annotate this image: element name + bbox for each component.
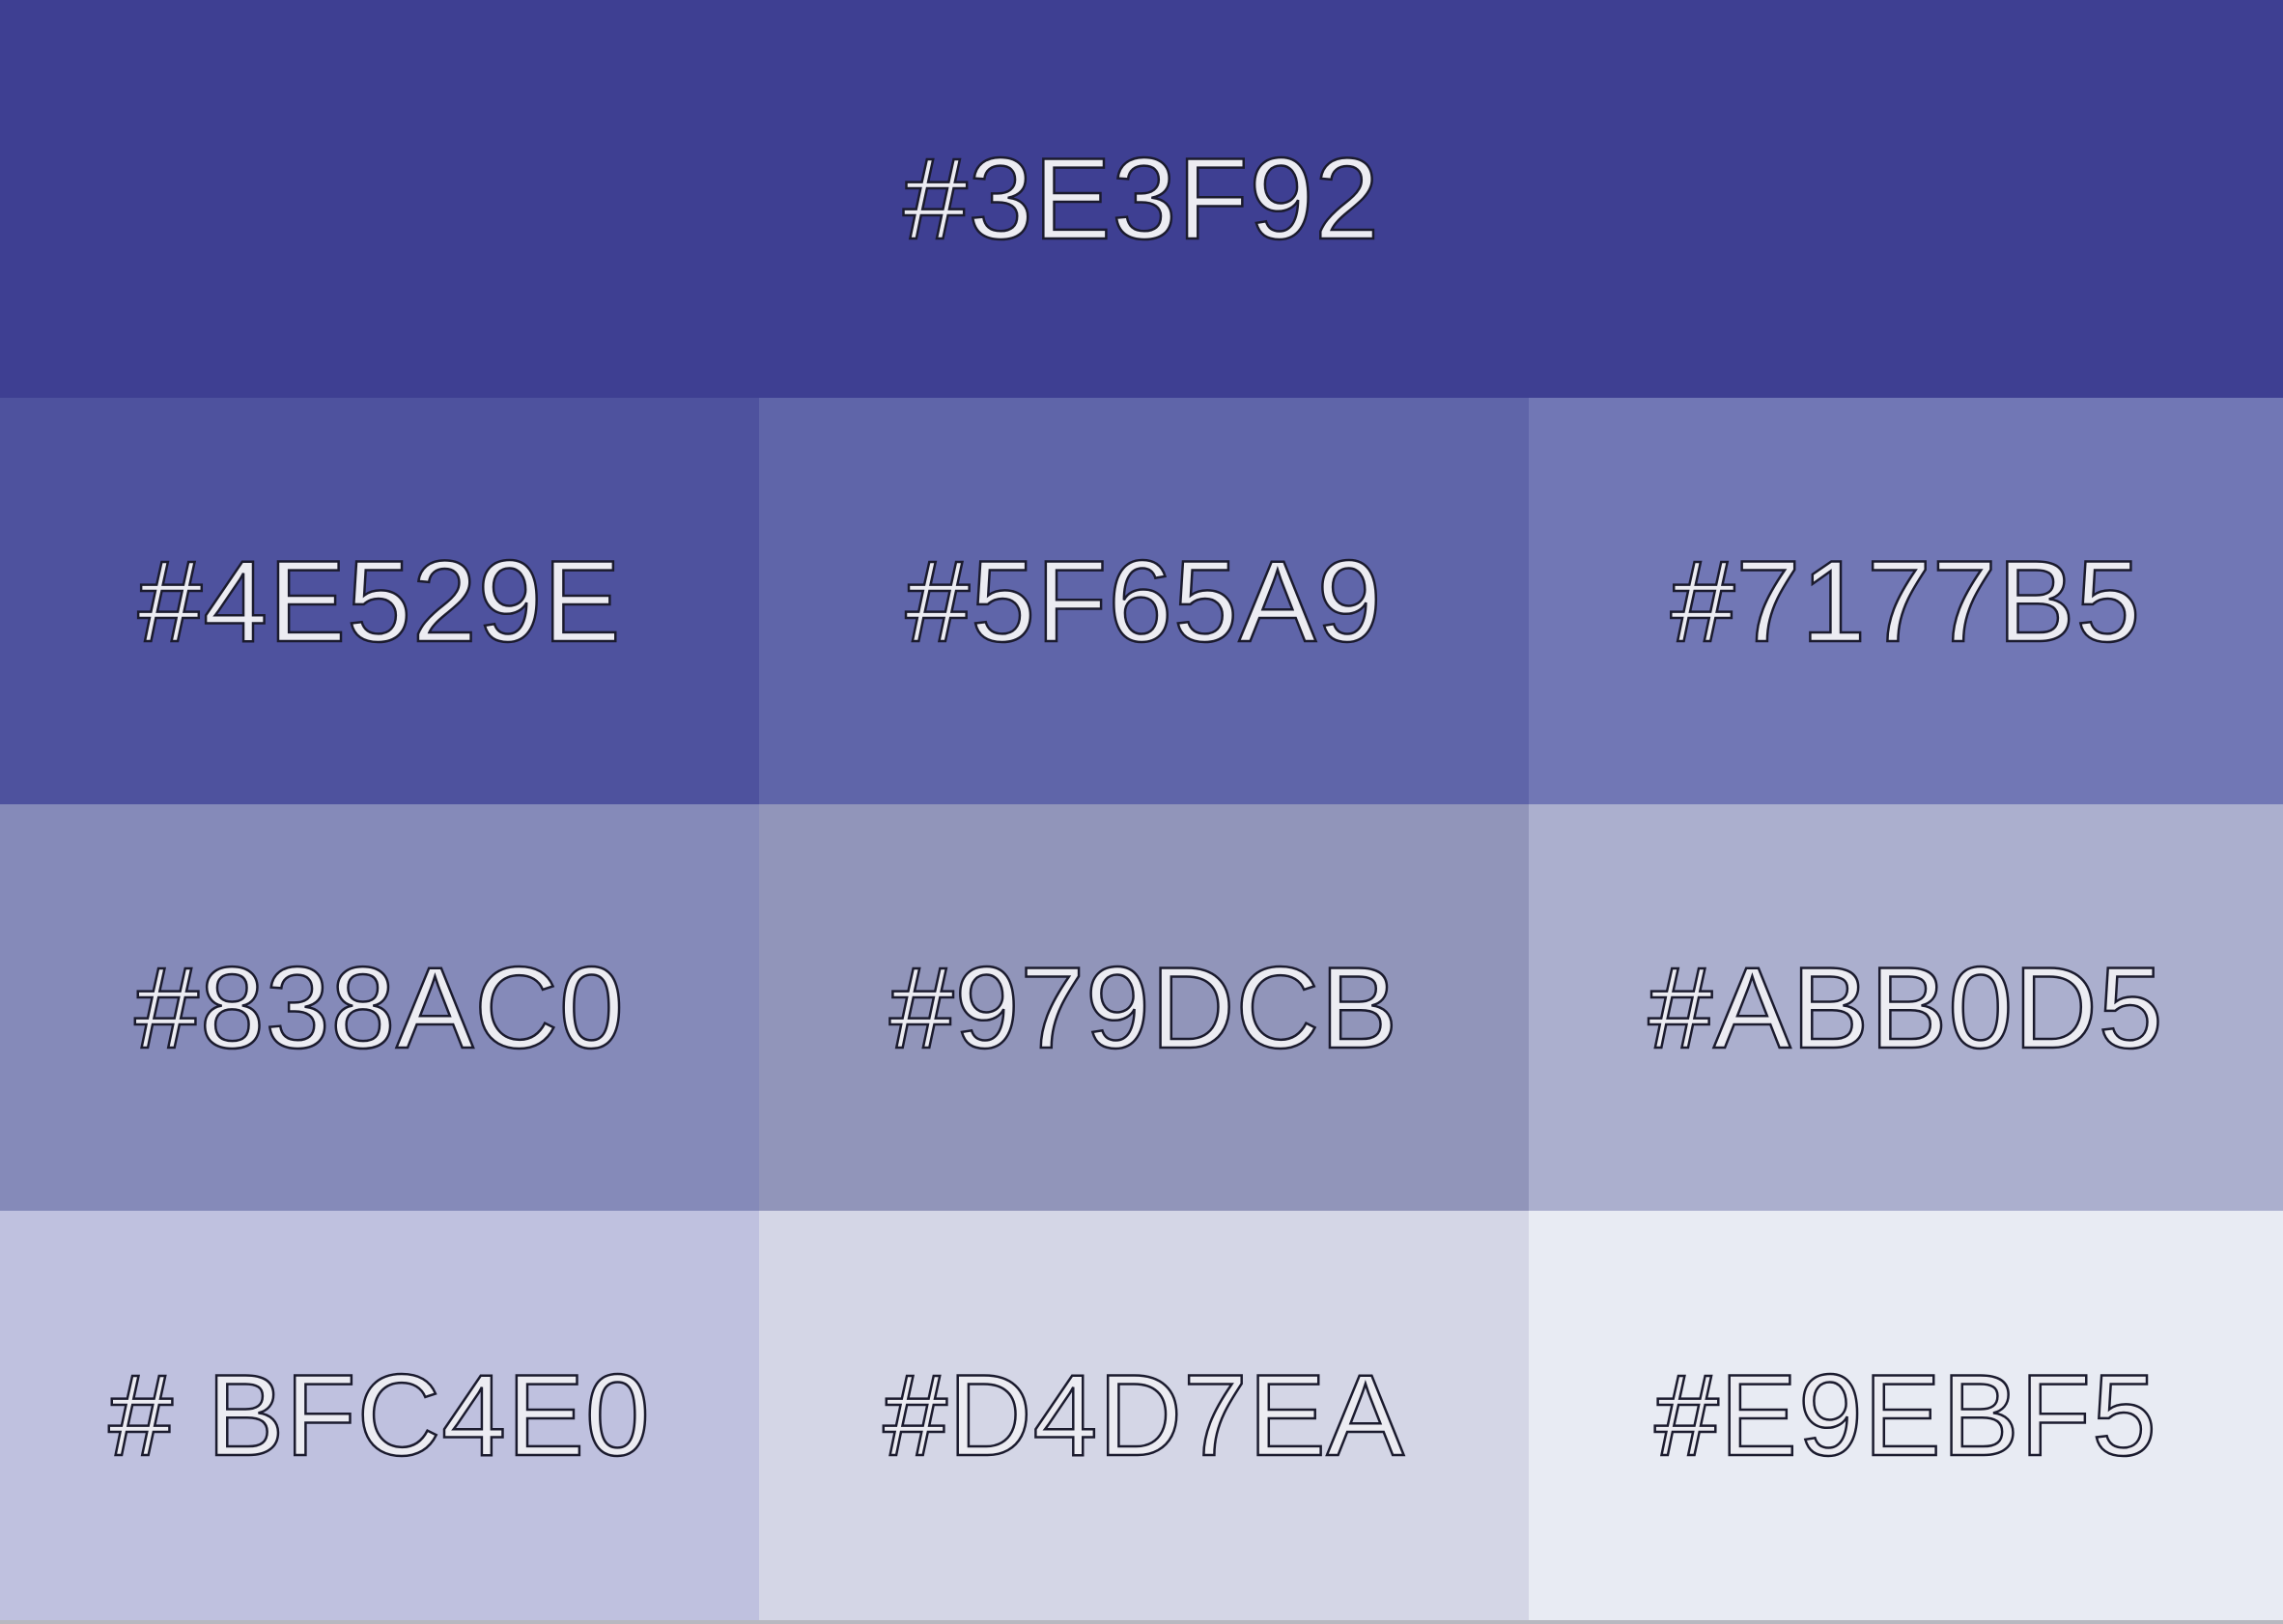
swatch-3e3f92: #3E3F92 bbox=[0, 0, 2283, 398]
swatch-838ac0: #838AC0 bbox=[0, 804, 759, 1211]
swatch-4e529e: #4E529E bbox=[0, 398, 759, 804]
swatch-979dcb: #979DCB bbox=[759, 804, 1529, 1211]
swatch-label: #3E3F92 bbox=[902, 134, 1381, 264]
color-palette: #3E3F92 #4E529E #5F65A9 #7177B5 #838AC0 … bbox=[0, 0, 2283, 1624]
bottom-divider bbox=[0, 1620, 2283, 1624]
swatch-e9ebf5: #E9EBF5 bbox=[1529, 1211, 2283, 1620]
swatch-label: #E9EBF5 bbox=[1653, 1351, 2157, 1480]
swatch-7177b5: #7177B5 bbox=[1529, 398, 2283, 804]
swatch-label: #838AC0 bbox=[133, 942, 625, 1073]
swatch-d4d7ea: #D4D7EA bbox=[759, 1211, 1529, 1620]
swatch-bfc4e0: # BFC4E0 bbox=[0, 1211, 759, 1620]
swatch-label: #7177B5 bbox=[1670, 536, 2142, 666]
swatch-label: # BFC4E0 bbox=[107, 1351, 651, 1480]
swatch-abb0d5: #ABB0D5 bbox=[1529, 804, 2283, 1211]
swatch-label: #979DCB bbox=[888, 942, 1399, 1073]
swatch-label: #4E529E bbox=[136, 536, 622, 666]
swatch-label: #D4D7EA bbox=[882, 1351, 1405, 1480]
swatch-5f65a9: #5F65A9 bbox=[759, 398, 1529, 804]
swatch-label: #ABB0D5 bbox=[1647, 942, 2164, 1073]
swatch-label: #5F65A9 bbox=[904, 536, 1383, 666]
